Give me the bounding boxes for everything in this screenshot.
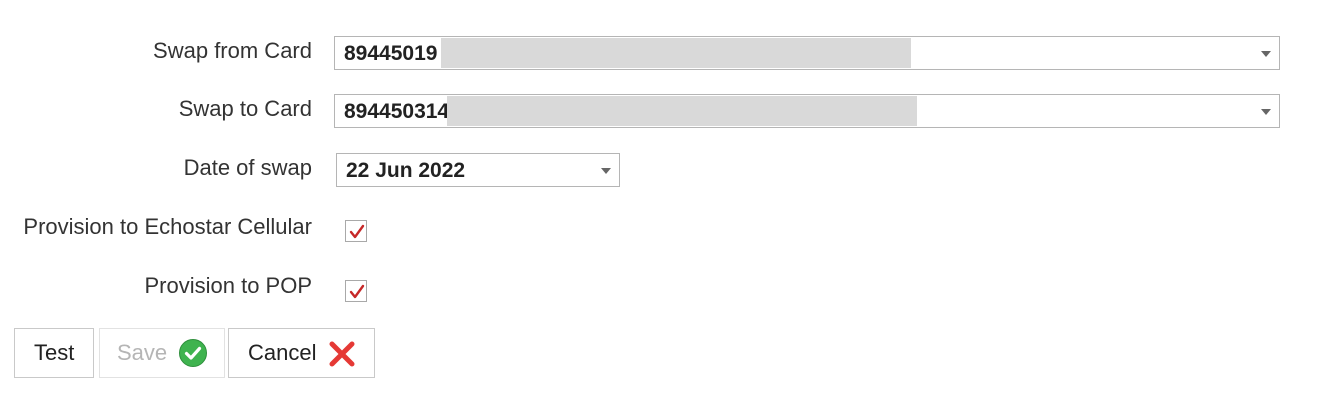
save-button-label: Save [117,340,168,365]
swap-from-label: Swap from Card [153,38,312,63]
checkmark-icon [349,224,365,239]
redaction-block [441,38,911,68]
cancel-button-label: Cancel [248,340,317,365]
provision-echostar-checkbox[interactable] [345,220,367,242]
provision-echostar-label: Provision to Echostar Cellular [23,214,312,239]
test-button[interactable]: Test [14,328,94,378]
swap-from-select[interactable]: 89445019 [334,36,1280,70]
date-of-swap-value: 22 Jun 2022 [346,159,466,182]
x-icon [329,341,355,367]
swap-from-value: 89445019 [344,42,438,65]
chevron-down-icon[interactable] [1261,51,1271,57]
date-of-swap-select[interactable]: 22 Jun 2022 [336,153,620,187]
swap-to-label: Swap to Card [178,96,312,121]
swap-to-select[interactable]: 894450314 [334,94,1280,128]
chevron-down-icon[interactable] [1261,109,1271,115]
cancel-button[interactable]: Cancel [228,328,375,378]
chevron-down-icon[interactable] [601,168,611,174]
card-swap-form: Swap from Card 89445019 Swap to Card 894… [0,0,1322,417]
swap-to-value: 894450314 [344,100,450,123]
date-of-swap-label: Date of swap [183,155,312,180]
save-button[interactable]: Save [99,328,225,378]
check-circle-icon [179,339,207,367]
provision-pop-checkbox[interactable] [345,280,367,302]
test-button-label: Test [34,340,75,365]
provision-pop-label: Provision to POP [144,273,312,298]
checkmark-icon [349,284,365,299]
redaction-block [447,96,917,126]
